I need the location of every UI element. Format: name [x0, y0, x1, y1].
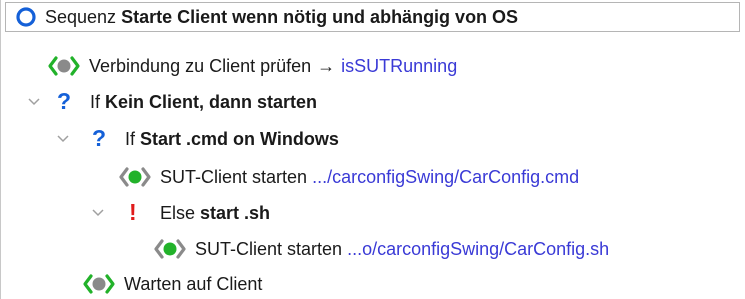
call-arrow: →	[317, 55, 336, 76]
tree-node-if-kein-client[interactable]: ? If Kein Client, dann starten	[1, 87, 745, 117]
procedure-wait-icon	[82, 273, 116, 295]
chevron-down-icon[interactable]	[56, 132, 70, 146]
tree-node-sequence[interactable]: Sequenz Starte Client wenn nötig und abh…	[5, 2, 740, 32]
tree-node-else-start-sh[interactable]: ! Else start .sh	[1, 198, 745, 228]
procedure-call-icon	[47, 55, 81, 77]
node-text: SUT-Client starten .../carconfigSwing/Ca…	[160, 167, 579, 188]
node-name: Start .cmd on Windows	[140, 128, 339, 149]
call-target-link[interactable]: isSUTRunning	[341, 56, 457, 77]
node-type-label: If	[125, 128, 136, 149]
start-client-icon	[118, 166, 152, 188]
sequence-ring-icon	[15, 6, 37, 28]
node-text: Sequenz Starte Client wenn nötig und abh…	[45, 7, 518, 28]
node-text: If Start .cmd on Windows	[125, 129, 339, 150]
test-tree: Sequenz Starte Client wenn nötig und abh…	[0, 0, 745, 299]
chevron-down-icon[interactable]	[27, 95, 41, 109]
tree-node-procedure-call[interactable]: Verbindung zu Client prüfen → isSUTRunni…	[1, 51, 745, 81]
node-name: Starte Client wenn nötig und abhängig vo…	[121, 6, 519, 27]
client-path-link[interactable]: ...o/carconfigSwing/CarConfig.sh	[347, 239, 609, 260]
node-name: SUT-Client starten	[160, 166, 308, 187]
node-name: Kein Client, dann starten	[105, 91, 318, 112]
node-text: SUT-Client starten ...o/carconfigSwing/C…	[195, 239, 609, 260]
node-type-label: If	[90, 91, 101, 112]
node-text: Else start .sh	[160, 203, 270, 224]
question-icon: ?	[92, 125, 107, 151]
tree-node-start-client-sh[interactable]: SUT-Client starten ...o/carconfigSwing/C…	[1, 234, 745, 264]
node-type-label: Else	[160, 202, 196, 223]
client-path-link[interactable]: .../carconfigSwing/CarConfig.cmd	[312, 167, 579, 188]
node-text: Warten auf Client	[124, 274, 262, 295]
tree-node-if-start-cmd[interactable]: ? If Start .cmd on Windows	[1, 124, 745, 154]
node-type-label: Sequenz	[45, 6, 117, 27]
tree-node-wait-for-client[interactable]: Warten auf Client	[1, 269, 745, 299]
exclamation-icon: !	[129, 199, 137, 225]
node-name: Warten auf Client	[124, 273, 263, 294]
question-icon: ?	[57, 88, 72, 114]
node-name: start .sh	[200, 202, 271, 223]
node-name: Verbindung zu Client prüfen	[89, 55, 312, 76]
node-text: Verbindung zu Client prüfen → isSUTRunni…	[89, 56, 457, 77]
start-client-icon	[153, 238, 187, 260]
node-name: SUT-Client starten	[195, 238, 343, 259]
chevron-down-icon[interactable]	[91, 206, 105, 220]
tree-node-start-client-cmd[interactable]: SUT-Client starten .../carconfigSwing/Ca…	[1, 162, 745, 192]
node-text: If Kein Client, dann starten	[90, 92, 317, 113]
